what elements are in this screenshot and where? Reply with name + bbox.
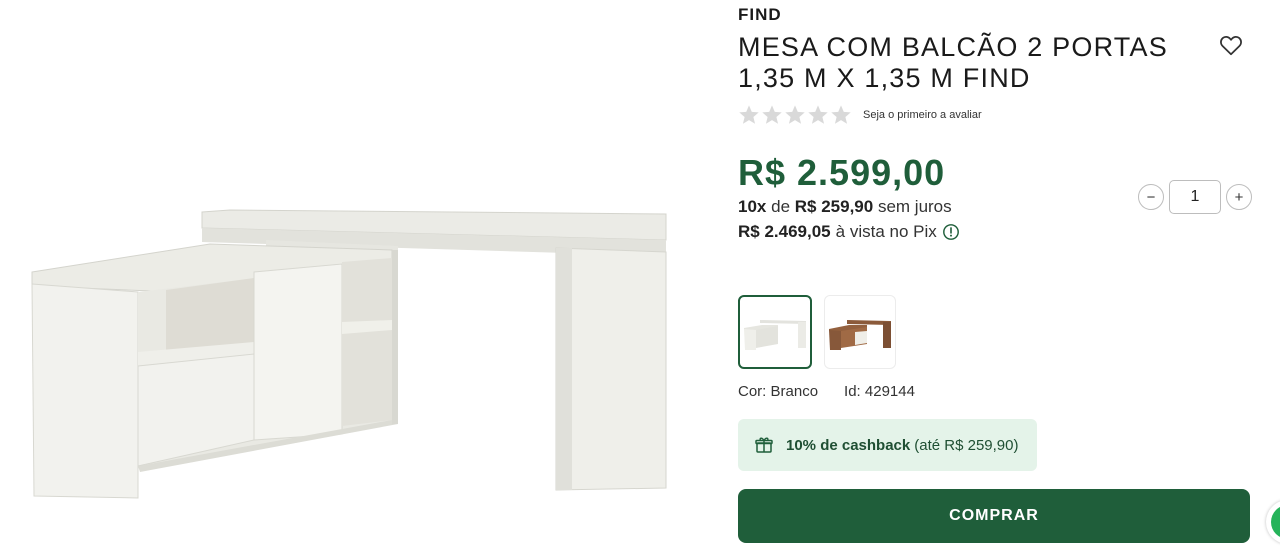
- gift-icon: [755, 437, 773, 453]
- quantity-decrease-button[interactable]: −: [1138, 184, 1164, 210]
- rating: Seja o primeiro a avaliar: [738, 103, 982, 127]
- swatch-amadeirado-thumbnail: [829, 320, 891, 350]
- cashback-banner: 10% de cashback (até R$ 259,90): [738, 419, 1037, 471]
- pix-suffix: à vista no Pix: [835, 222, 937, 241]
- product-info: FIND MESA COM BALCÃO 2 PORTAS 1,35 M X 1…: [738, 0, 1258, 546]
- color-swatches: [738, 295, 896, 369]
- star-icon: [785, 105, 805, 124]
- chat-icon: [1271, 505, 1280, 539]
- product-image[interactable]: [0, 0, 700, 546]
- buy-button[interactable]: COMPRAR: [738, 489, 1250, 543]
- color-label: Cor: Branco: [738, 383, 819, 400]
- swatch-branco-thumbnail: [744, 320, 806, 350]
- rating-stars[interactable]: [738, 104, 852, 126]
- star-icon: [831, 105, 851, 124]
- pix-amount: R$ 2.469,05: [738, 222, 831, 241]
- star-icon: [808, 105, 828, 124]
- installment-connector: de: [771, 197, 791, 216]
- swatch-branco[interactable]: [738, 295, 812, 369]
- info-circle-icon[interactable]: [942, 223, 960, 241]
- rating-link[interactable]: Seja o primeiro a avaliar: [863, 109, 982, 121]
- product-id: Id: 429144: [844, 383, 915, 400]
- brand-name[interactable]: FIND: [738, 5, 782, 25]
- installment-amount: R$ 259,90: [794, 197, 874, 216]
- quantity-increase-button[interactable]: +: [1226, 184, 1252, 210]
- installment-count: 10x: [738, 197, 767, 216]
- desk-illustration: [31, 209, 667, 499]
- quantity-stepper: − +: [1138, 180, 1252, 214]
- swatch-amadeirado[interactable]: [824, 295, 896, 369]
- quantity-input[interactable]: [1169, 180, 1221, 214]
- product-title: MESA COM BALCÃO 2 PORTAS 1,35 M X 1,35 M…: [738, 32, 1168, 93]
- product-meta: Cor: Branco Id: 429144: [738, 383, 915, 400]
- installment-suffix: sem juros: [877, 197, 952, 216]
- pix-price: R$ 2.469,05 à vista no Pix: [738, 222, 960, 242]
- product-price: R$ 2.599,00: [738, 152, 946, 193]
- chat-widget-button[interactable]: [1266, 500, 1280, 544]
- cashback-percent: 10% de cashback: [786, 436, 911, 454]
- star-icon: [739, 105, 759, 124]
- installments: 10x de R$ 259,90 sem juros: [738, 197, 952, 217]
- cashback-limit: (até R$ 259,90): [914, 436, 1019, 454]
- heart-outline-icon[interactable]: [1218, 32, 1244, 58]
- star-icon: [762, 105, 782, 124]
